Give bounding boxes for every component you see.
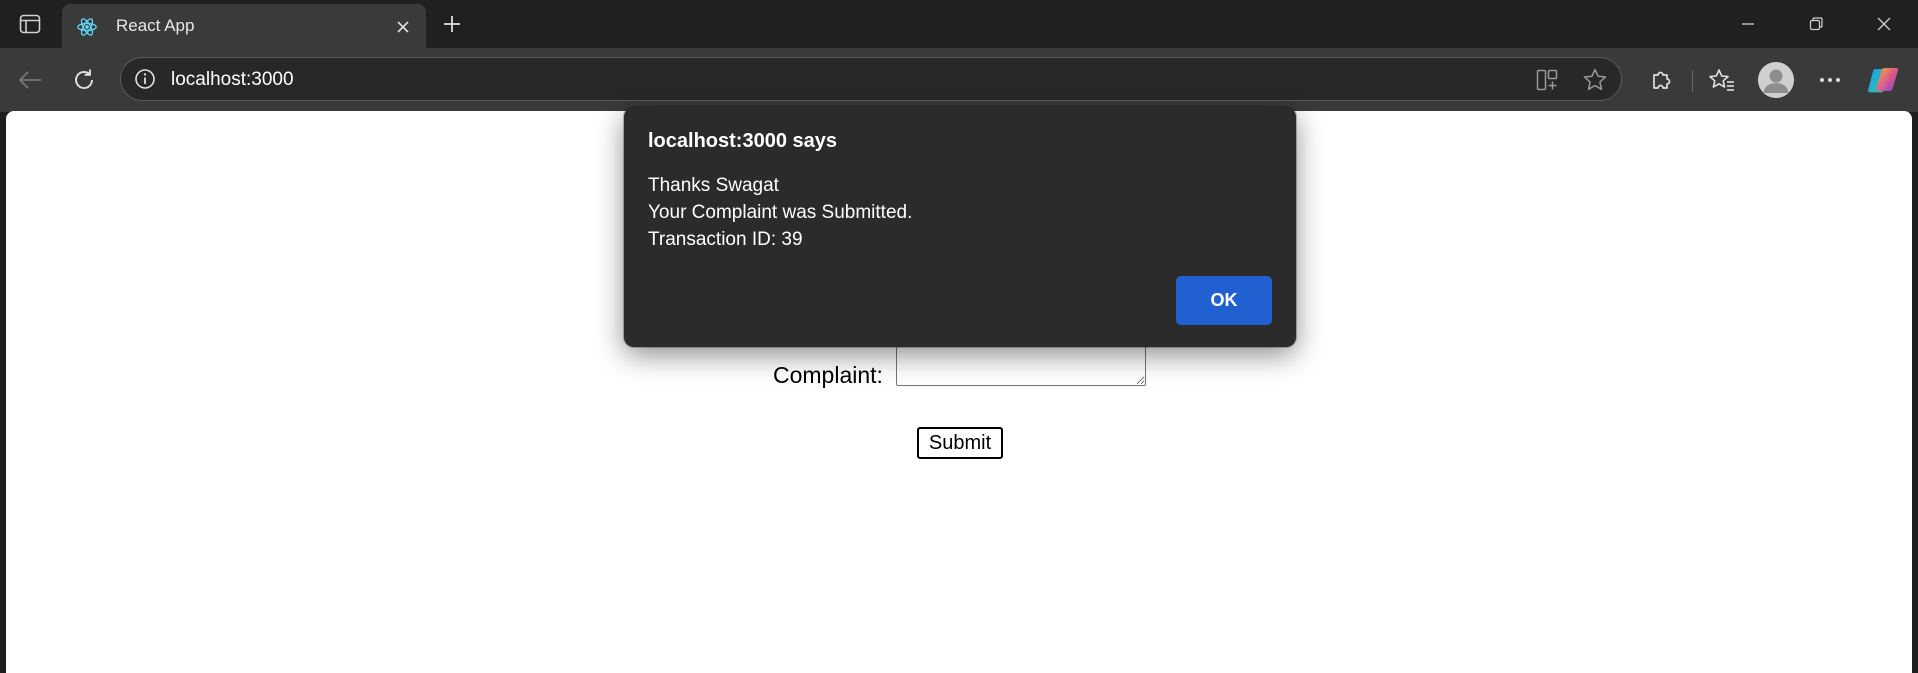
profile-avatar-icon[interactable] <box>1758 62 1794 98</box>
puzzle-icon[interactable] <box>1644 62 1680 98</box>
close-icon[interactable] <box>390 14 416 40</box>
alert-title: localhost:3000 says <box>648 130 837 152</box>
tab-title: React App <box>116 16 195 35</box>
url-input[interactable] <box>171 69 1471 91</box>
react-logo-icon <box>76 16 98 38</box>
star-icon[interactable] <box>1581 66 1609 94</box>
split-screen-icon[interactable] <box>1533 66 1561 94</box>
alert-dialog: localhost:3000 says Thanks Swagat Your C… <box>624 107 1296 347</box>
restore-icon[interactable] <box>1786 6 1846 42</box>
tab-strip: React App <box>0 0 1918 48</box>
plus-icon[interactable] <box>436 8 468 40</box>
complaint-label: Complaint: <box>773 362 883 388</box>
alert-ok-button[interactable]: OK <box>1176 276 1272 325</box>
tab-react-app[interactable]: React App <box>62 4 426 48</box>
close-icon[interactable] <box>1854 6 1914 42</box>
alert-message-line: Transaction ID: 39 <box>648 229 803 250</box>
back-arrow-icon[interactable] <box>12 62 48 98</box>
favorites-icon[interactable] <box>1704 62 1740 98</box>
address-bar[interactable] <box>120 57 1622 101</box>
browser-toolbar <box>0 48 1918 112</box>
info-icon[interactable] <box>133 67 157 91</box>
minimize-icon[interactable] <box>1718 6 1778 42</box>
submit-button[interactable]: Submit <box>917 427 1003 459</box>
browser-window: React App localhost:3000 Complaint: Keyb… <box>0 0 1918 673</box>
tab-actions-icon[interactable] <box>12 10 48 38</box>
refresh-icon[interactable] <box>66 62 102 98</box>
more-dots-icon[interactable] <box>1812 62 1848 98</box>
alert-message-line: Thanks Swagat <box>648 175 779 196</box>
alert-message-line: Your Complaint was Submitted. <box>648 202 913 223</box>
toolbar-divider <box>1692 70 1693 92</box>
copilot-icon[interactable] <box>1866 62 1902 98</box>
